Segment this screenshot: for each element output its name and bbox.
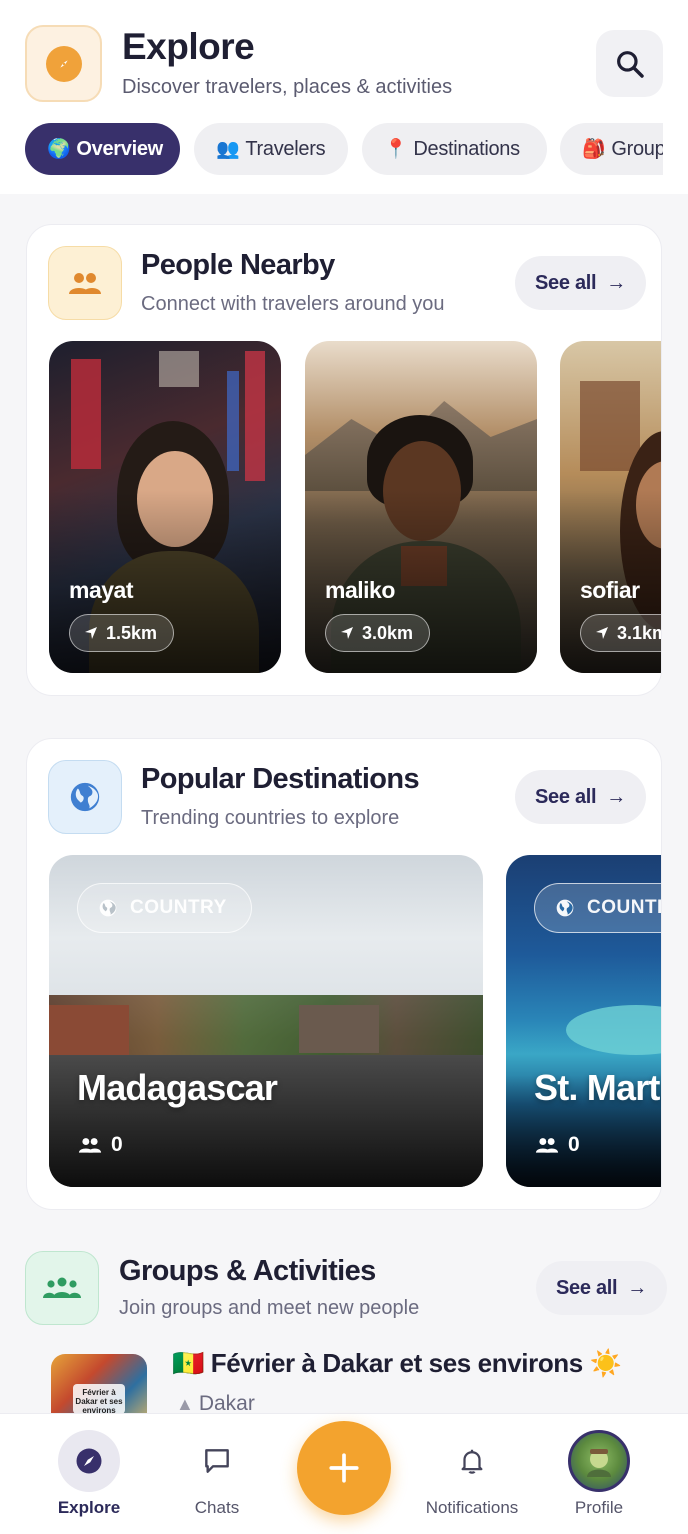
section-title: Popular Destinations — [141, 763, 420, 795]
bell-icon — [441, 1430, 503, 1492]
see-all-label: See all — [535, 785, 597, 808]
tab-label: Destinations — [413, 137, 520, 160]
traveler-count: 0 — [534, 1133, 580, 1157]
pin-icon: 📍 — [384, 139, 408, 160]
badge-label: COUNTRY — [587, 897, 661, 918]
count-value: 0 — [568, 1133, 580, 1156]
nav-label: Chats — [194, 1498, 240, 1517]
destinations-section-icon — [48, 760, 122, 834]
people-section-icon — [48, 246, 122, 320]
person-name: sofiar — [580, 577, 640, 603]
tab-groups[interactable]: 🎒 Groups — [560, 123, 663, 175]
tab-label: Overview — [76, 137, 163, 160]
nav-label: Explore — [57, 1498, 121, 1517]
nav-notifications[interactable]: Notifications — [412, 1414, 532, 1534]
page-title: Explore — [122, 26, 255, 67]
person-name: mayat — [69, 577, 133, 603]
group-title[interactable]: 🇸🇳 Février à Dakar et ses environs ☀️ — [172, 1348, 622, 1379]
compass-icon — [45, 45, 82, 82]
see-all-label: See all — [556, 1276, 618, 1299]
compass-icon — [58, 1430, 120, 1492]
see-all-groups-button[interactable]: See all → — [536, 1261, 667, 1315]
groups-section-icon — [25, 1251, 99, 1325]
navigation-arrow-icon — [341, 627, 353, 639]
mountain-icon: ▲ — [176, 1394, 199, 1414]
backpack-icon: 🎒 — [582, 139, 606, 160]
people-icon — [69, 273, 101, 294]
distance-badge: 3.1km — [580, 614, 661, 652]
nav-chats[interactable]: Chats — [157, 1414, 277, 1534]
navigation-arrow-icon — [85, 627, 97, 639]
distance-badge: 1.5km — [69, 614, 175, 652]
location-label: Dakar — [198, 1392, 255, 1415]
destination-name: Madagascar — [77, 1067, 278, 1108]
see-all-label: See all — [535, 271, 597, 294]
explore-app-icon — [25, 25, 102, 102]
destination-card[interactable]: COUNTRY St. Martin 0 — [506, 855, 661, 1187]
header: Explore Discover travelers, places & act… — [0, 0, 688, 194]
avatar — [568, 1430, 630, 1492]
globe-icon — [556, 899, 574, 917]
arrow-right-icon: → — [606, 785, 626, 808]
nav-label: Notifications — [425, 1498, 519, 1517]
person-card[interactable]: mayat 1.5km — [49, 341, 281, 673]
distance-value: 3.1km — [617, 622, 661, 643]
globe-icon — [99, 899, 117, 917]
nav-label: Profile — [574, 1498, 624, 1517]
page-subtitle: Discover travelers, places & activities — [122, 76, 453, 98]
tab-overview[interactable]: 🌍 Overview — [25, 123, 180, 175]
distance-badge: 3.0km — [325, 614, 431, 652]
search-button[interactable] — [596, 30, 663, 97]
plus-icon — [329, 1453, 359, 1483]
tab-label: Travelers — [245, 137, 326, 160]
traveler-count: 0 — [77, 1133, 123, 1157]
destination-card[interactable]: COUNTRY Madagascar 0 — [49, 855, 483, 1187]
person-name: maliko — [325, 577, 395, 603]
arrow-right-icon: → — [627, 1276, 647, 1299]
section-subtitle: Join groups and meet new people — [119, 1297, 420, 1319]
nav-profile[interactable]: Profile — [539, 1414, 659, 1534]
distance-value: 3.0km — [362, 622, 414, 643]
count-value: 0 — [111, 1133, 123, 1156]
section-subtitle: Connect with travelers around you — [141, 293, 445, 315]
people-nearby-card: People Nearby Connect with travelers aro… — [26, 224, 662, 696]
section-title: Groups & Activities — [119, 1255, 376, 1287]
popular-destinations-card: Popular Destinations Trending countries … — [26, 738, 662, 1210]
section-title: People Nearby — [141, 249, 335, 281]
group-icon — [43, 1277, 81, 1298]
navigation-arrow-icon — [596, 627, 608, 639]
tab-bar: 🌍 Overview 👥 Travelers 📍 Destinations 🎒 … — [25, 123, 663, 175]
distance-value: 1.5km — [106, 622, 158, 643]
person-card[interactable]: sofiar 3.1km — [560, 341, 661, 673]
see-all-destinations-button[interactable]: See all → — [515, 770, 646, 824]
person-card[interactable]: maliko 3.0km — [305, 341, 537, 673]
country-badge: COUNTRY — [77, 883, 252, 933]
destination-name: St. Martin — [534, 1067, 661, 1108]
search-icon — [616, 50, 644, 78]
globe-icon — [70, 782, 100, 812]
add-button[interactable] — [297, 1421, 391, 1515]
country-badge: COUNTRY — [534, 883, 661, 933]
tab-travelers[interactable]: 👥 Travelers — [194, 123, 348, 175]
tab-destinations[interactable]: 📍 Destinations — [362, 123, 547, 175]
people-icon — [535, 1138, 559, 1153]
people-icon — [78, 1138, 102, 1153]
globe-icon: 🌍 — [47, 139, 71, 160]
badge-label: COUNTRY — [130, 897, 227, 918]
nav-explore[interactable]: Explore — [29, 1414, 149, 1534]
section-subtitle: Trending countries to explore — [141, 807, 400, 829]
people-icon: 👥 — [216, 139, 240, 160]
chat-icon — [186, 1430, 248, 1492]
see-all-people-button[interactable]: See all → — [515, 256, 646, 310]
thumbnail-caption: Février à Dakar et ses environs — [73, 1384, 125, 1415]
arrow-right-icon: → — [606, 271, 626, 294]
tab-label: Groups — [611, 137, 663, 160]
